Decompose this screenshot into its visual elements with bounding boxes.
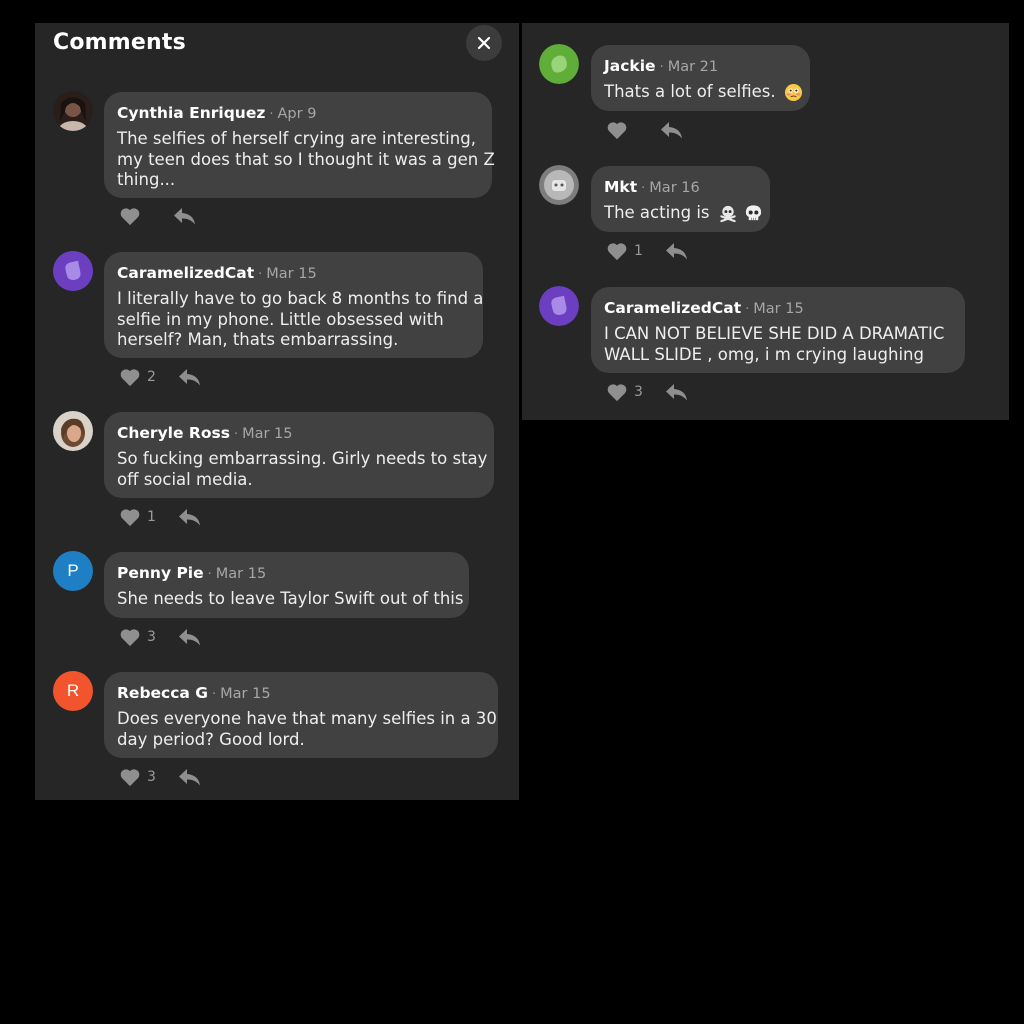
close-button[interactable] <box>466 25 502 61</box>
like-button[interactable]: 3 <box>606 382 643 402</box>
reply-button[interactable] <box>660 120 684 140</box>
comment-bubble: Jackie · Mar 21 Thats a lot of selfies. <box>591 45 810 111</box>
reply-icon <box>178 509 200 526</box>
comment-date: Mar 16 <box>649 180 700 196</box>
comment-author[interactable]: Jackie <box>604 57 656 75</box>
comment-author[interactable]: Mkt <box>604 178 637 196</box>
comment-actions: 2 <box>119 366 202 388</box>
comments-panel: Comments Cynthia Enriquez · Apr 9 The self… <box>35 23 519 800</box>
reply-icon <box>178 629 200 646</box>
comment-actions: 1 <box>606 240 689 262</box>
comment-bubble: CaramelizedCat · Mar 15 I CAN NOT BELIEVE … <box>591 287 965 373</box>
comment-date: Mar 15 <box>215 566 267 582</box>
comment-text: I CAN NOT BELIEVE SHE DID A DRAMATIC WAL… <box>604 324 945 364</box>
reply-button[interactable] <box>178 367 202 387</box>
reply-icon <box>174 208 195 225</box>
comments-panel-continued: Jackie · Mar 21 Thats a lot of selfies. Mk… <box>522 23 1009 420</box>
comment-bubble: Cheryle Ross · Mar 15 So fucking embarrass… <box>104 412 494 498</box>
comment-actions <box>606 119 684 141</box>
comment-actions <box>119 205 197 227</box>
comment-author[interactable]: Cynthia Enriquez <box>117 104 265 122</box>
comment-text: She needs to leave Taylor Swift out of t… <box>117 589 464 608</box>
comment-date: Mar 15 <box>753 301 804 317</box>
heart-icon <box>120 629 140 647</box>
reply-icon <box>665 243 687 260</box>
comment-bubble: Mkt · Mar 16 The acting is <box>591 166 770 232</box>
avatar-initial: R <box>66 681 80 700</box>
comment-bubble: Cynthia Enriquez · Apr 9 The selfies of he… <box>104 92 495 198</box>
heart-icon <box>607 384 627 402</box>
skull-emoji <box>745 205 762 221</box>
comment-bubble: Penny Pie · Mar 15 She needs to leave Tayl… <box>104 552 469 618</box>
comment-date: Mar 15 <box>266 266 317 282</box>
comment-text: So fucking embarrassing. Girly needs to … <box>117 449 488 489</box>
reply-button[interactable] <box>178 627 202 647</box>
like-count: 2 <box>147 369 156 385</box>
avatar[interactable] <box>53 251 93 291</box>
comment-author[interactable]: CaramelizedCat <box>604 299 741 317</box>
reply-button[interactable] <box>665 241 689 261</box>
reply-button[interactable] <box>665 382 689 402</box>
reply-button[interactable] <box>178 767 202 787</box>
heart-icon <box>120 509 140 527</box>
comment-author[interactable]: Penny Pie <box>117 564 204 582</box>
comment-bubble: CaramelizedCat · Mar 15 I literally have t… <box>104 252 483 358</box>
like-button[interactable]: 1 <box>119 507 156 527</box>
comment-actions: 3 <box>119 626 202 648</box>
heart-icon <box>120 369 140 387</box>
avatar[interactable]: P <box>53 551 93 591</box>
reply-icon <box>665 384 687 401</box>
comment-date: Mar 15 <box>220 686 271 702</box>
like-button[interactable]: 3 <box>119 627 156 647</box>
avatar[interactable] <box>53 91 93 131</box>
comment-author[interactable]: Cheryle Ross <box>117 424 230 442</box>
comment-date: Mar 15 <box>242 426 293 442</box>
comment-actions: 3 <box>119 766 202 788</box>
like-count: 1 <box>147 509 156 525</box>
like-count: 1 <box>634 243 643 259</box>
like-count: 3 <box>634 384 643 400</box>
heart-icon <box>607 122 627 140</box>
skull-crossbones-emoji <box>720 205 736 223</box>
comment-actions: 3 <box>606 381 689 403</box>
comment-author[interactable]: Rebecca G <box>117 684 208 702</box>
reply-icon <box>178 769 200 786</box>
panel-title: Comments <box>53 30 186 55</box>
like-count: 3 <box>147 629 156 645</box>
heart-icon <box>607 243 627 261</box>
like-button[interactable] <box>119 206 155 226</box>
flushed-face-emoji <box>784 83 802 102</box>
avatar[interactable] <box>539 165 579 205</box>
avatar[interactable] <box>539 286 579 326</box>
like-button[interactable]: 2 <box>119 367 156 387</box>
close-icon <box>477 36 491 50</box>
reply-icon <box>178 369 200 386</box>
like-button[interactable] <box>606 120 642 140</box>
avatar[interactable] <box>539 44 579 84</box>
avatar[interactable] <box>53 411 93 451</box>
comment-text: Does everyone have that many selfies in … <box>117 709 497 749</box>
comment-text: Thats a lot of selfies. <box>604 82 802 103</box>
avatar[interactable]: R <box>53 671 93 711</box>
like-count: 3 <box>147 769 156 785</box>
heart-icon <box>120 769 140 787</box>
comment-date: Apr 9 <box>277 106 317 122</box>
reply-button[interactable] <box>178 507 202 527</box>
like-button[interactable]: 1 <box>606 241 643 261</box>
comment-date: Mar 21 <box>667 59 719 75</box>
like-button[interactable]: 3 <box>119 767 156 787</box>
reply-icon <box>661 122 682 139</box>
comment-text: The selfies of herself crying are intere… <box>117 129 495 189</box>
comment-actions: 1 <box>119 506 202 528</box>
reply-button[interactable] <box>173 206 197 226</box>
comment-bubble: Rebecca G · Mar 15 Does everyone have that… <box>104 672 498 758</box>
heart-icon <box>120 208 140 226</box>
comment-text: The acting is <box>604 203 762 224</box>
comment-text: I literally have to go back 8 months to … <box>117 289 484 349</box>
avatar-initial: P <box>67 561 79 580</box>
comment-author[interactable]: CaramelizedCat <box>117 264 254 282</box>
